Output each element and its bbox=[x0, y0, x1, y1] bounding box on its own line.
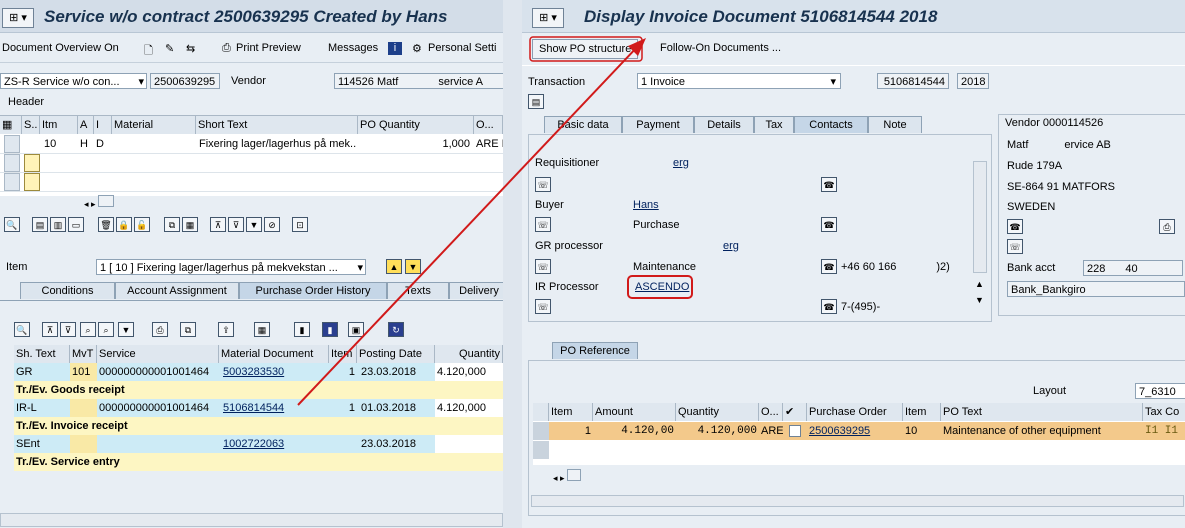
annotation-arrow bbox=[297, 36, 646, 406]
show-po-structure-highlight bbox=[529, 36, 643, 62]
annotation-arrow-line bbox=[297, 43, 641, 406]
